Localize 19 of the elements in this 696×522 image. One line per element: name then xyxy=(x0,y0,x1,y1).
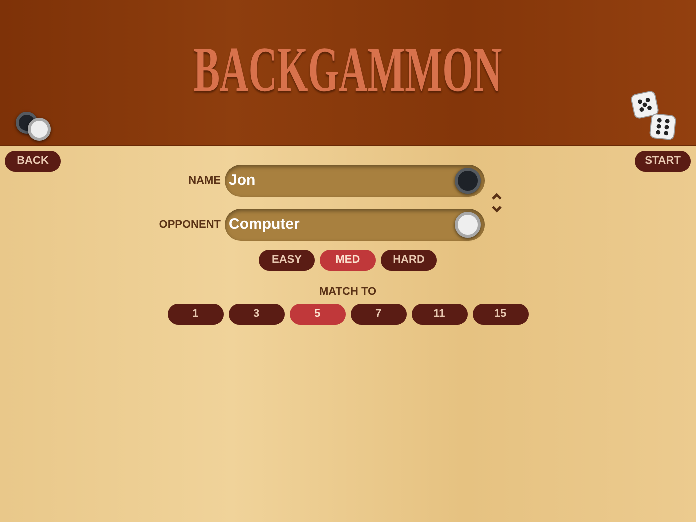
swap-icon[interactable] xyxy=(491,192,503,214)
match-length-button[interactable]: 11 xyxy=(412,304,468,324)
field-label: NAME xyxy=(188,174,221,189)
player-field[interactable]: Computer xyxy=(225,209,485,241)
app-title: BACKGAMMON xyxy=(194,38,502,102)
match-length-button[interactable]: 15 xyxy=(472,304,528,324)
match-length-button[interactable]: 1 xyxy=(168,304,224,324)
match-length-button[interactable]: 5 xyxy=(290,304,346,324)
difficulty-button[interactable]: MED xyxy=(320,250,376,271)
match-length-button[interactable]: 3 xyxy=(228,304,284,324)
match-length-button[interactable]: 7 xyxy=(350,304,406,324)
difficulty-button[interactable]: HARD xyxy=(381,250,437,271)
checker-icon xyxy=(28,118,51,141)
start-button[interactable]: START xyxy=(635,151,691,172)
match-label: MATCH TO xyxy=(319,285,377,300)
field-label: OPPONENT xyxy=(158,218,221,233)
player-field[interactable]: Jon xyxy=(225,165,485,197)
difficulty-button[interactable]: EASY xyxy=(259,250,315,271)
back-button[interactable]: BACK xyxy=(5,151,61,172)
